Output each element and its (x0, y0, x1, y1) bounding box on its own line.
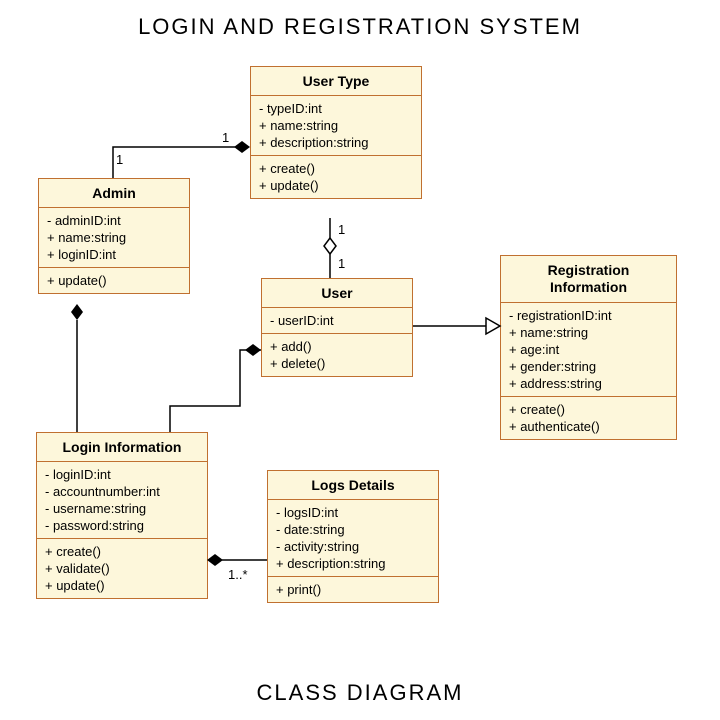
op: + create() (509, 401, 668, 418)
attr: - activity:string (276, 538, 430, 555)
class-user-name: User (262, 279, 412, 308)
label: Registration Information (548, 262, 630, 295)
class-logs-name: Logs Details (268, 471, 438, 500)
class-admin-attrs: - adminID:int + name:string + loginID:in… (39, 208, 189, 268)
attr: + description:string (259, 134, 413, 151)
op: + delete() (270, 355, 404, 372)
attr: + name:string (509, 324, 668, 341)
class-usertype-attrs: - typeID:int + name:string + description… (251, 96, 421, 156)
class-login-ops: + create() + validate() + update() (37, 539, 207, 598)
attr: - typeID:int (259, 100, 413, 117)
class-usertype-ops: + create() + update() (251, 156, 421, 198)
op: + update() (259, 177, 413, 194)
class-login: Login Information - loginID:int - accoun… (36, 432, 208, 599)
class-user-attrs: - userID:int (262, 308, 412, 334)
class-user: User - userID:int + add() + delete() (261, 278, 413, 377)
class-registration-attrs: - registrationID:int + name:string + age… (501, 303, 676, 397)
class-admin-name: Admin (39, 179, 189, 208)
diagram-footer: CLASS DIAGRAM (0, 680, 720, 706)
class-registration: Registration Information - registrationI… (500, 255, 677, 440)
mult-usertype-user-1b: 1 (338, 256, 345, 271)
attr: - loginID:int (45, 466, 199, 483)
class-logs: Logs Details - logsID:int - date:string … (267, 470, 439, 603)
attr: - logsID:int (276, 504, 430, 521)
op: + update() (47, 272, 181, 289)
attr: - adminID:int (47, 212, 181, 229)
mult-usertype-1: 1 (222, 130, 229, 145)
op: + update() (45, 577, 199, 594)
class-admin: Admin - adminID:int + name:string + logi… (38, 178, 190, 294)
op: + authenticate() (509, 418, 668, 435)
class-logs-attrs: - logsID:int - date:string - activity:st… (268, 500, 438, 577)
class-login-name: Login Information (37, 433, 207, 462)
op: + create() (45, 543, 199, 560)
class-logs-ops: + print() (268, 577, 438, 602)
attr: + age:int (509, 341, 668, 358)
op: + print() (276, 581, 430, 598)
diagram-title: LOGIN AND REGISTRATION SYSTEM (0, 0, 720, 40)
class-usertype-name: User Type (251, 67, 421, 96)
attr: - userID:int (270, 312, 404, 329)
attr: + address:string (509, 375, 668, 392)
attr: + loginID:int (47, 246, 181, 263)
attr: + description:string (276, 555, 430, 572)
attr: + name:string (47, 229, 181, 246)
op: + add() (270, 338, 404, 355)
attr: - username:string (45, 500, 199, 517)
class-user-ops: + add() + delete() (262, 334, 412, 376)
class-registration-name: Registration Information (501, 256, 676, 303)
attr: + gender:string (509, 358, 668, 375)
class-usertype: User Type - typeID:int + name:string + d… (250, 66, 422, 199)
attr: - password:string (45, 517, 199, 534)
attr: - registrationID:int (509, 307, 668, 324)
class-admin-ops: + update() (39, 268, 189, 293)
class-registration-ops: + create() + authenticate() (501, 397, 676, 439)
attr: + name:string (259, 117, 413, 134)
attr: - accountnumber:int (45, 483, 199, 500)
attr: - date:string (276, 521, 430, 538)
mult-login-logs: 1..* (228, 567, 248, 582)
mult-usertype-user-1a: 1 (338, 222, 345, 237)
op: + validate() (45, 560, 199, 577)
op: + create() (259, 160, 413, 177)
class-login-attrs: - loginID:int - accountnumber:int - user… (37, 462, 207, 539)
mult-admin-1: 1 (116, 152, 123, 167)
